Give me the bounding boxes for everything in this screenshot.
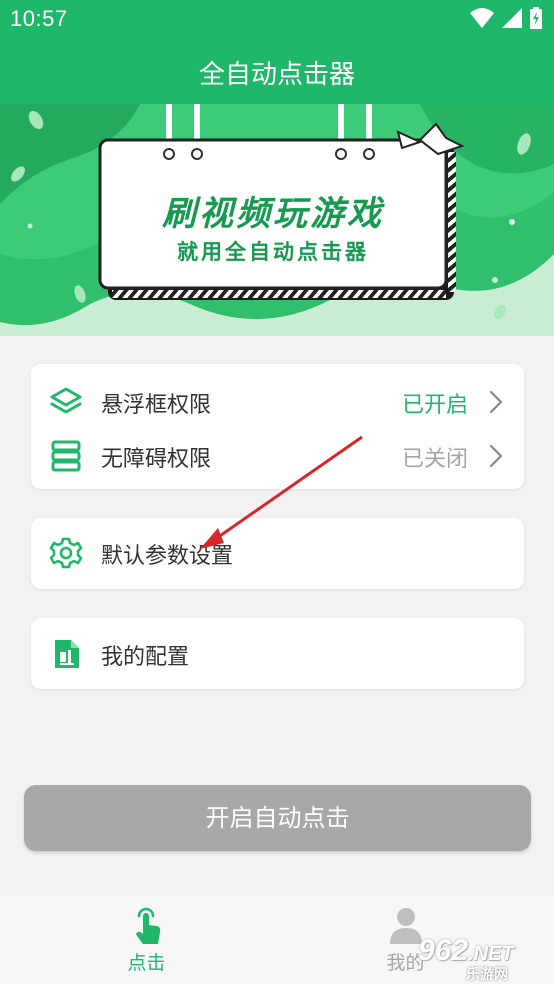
permission-status: 已开启: [401, 393, 468, 418]
page-title: 全自动点击器: [198, 60, 355, 90]
default-settings-label: 默认参数设置: [101, 544, 234, 569]
battery-icon: [530, 7, 542, 29]
chevron-right-icon: [489, 444, 503, 468]
tap-icon: [135, 907, 160, 944]
chevron-right-icon: [489, 390, 503, 414]
tab-click[interactable]: 点击: [8, 896, 285, 984]
start-auto-click-button[interactable]: 开启自动点击: [24, 785, 531, 851]
document-icon: [55, 640, 79, 668]
permissions-card: 悬浮框权限 已开启 无障碍权限 已关闭: [31, 364, 524, 489]
signal-icon: [502, 8, 522, 28]
watermark-sub: 乐游网: [466, 967, 508, 983]
banner-headline: 刷视频玩游戏: [162, 194, 384, 234]
banner-subline: 就用全自动点击器: [177, 240, 369, 264]
status-bar: 10:57: [0, 0, 554, 38]
permission-label: 悬浮框权限: [101, 393, 212, 418]
permission-label: 无障碍权限: [101, 447, 212, 472]
default-settings-row[interactable]: 默认参数设置: [31, 533, 524, 573]
status-icons: [470, 7, 542, 29]
tab-click-label: 点击: [127, 952, 166, 974]
my-config-row[interactable]: 我的配置: [31, 634, 524, 674]
watermark-brand: 962.NET: [418, 934, 514, 967]
wifi-icon: [470, 8, 494, 28]
app-bar: 全自动点击器: [0, 38, 554, 104]
promo-banner: 刷视频玩游戏 就用全自动点击器: [0, 104, 554, 336]
permission-status: 已关闭: [401, 447, 468, 472]
my-config-card[interactable]: 我的配置: [31, 618, 524, 689]
layers-icon: [50, 387, 82, 414]
floating-window-permission-row[interactable]: 悬浮框权限 已开启: [31, 382, 524, 422]
stack-icon: [51, 440, 81, 472]
default-settings-card[interactable]: 默认参数设置: [31, 518, 524, 589]
my-config-label: 我的配置: [101, 645, 190, 670]
accessibility-permission-row[interactable]: 无障碍权限 已关闭: [31, 436, 524, 476]
status-time: 10:57: [10, 6, 68, 31]
watermark-logo: 962.NET 乐游网: [418, 934, 546, 983]
gear-icon: [49, 537, 83, 569]
